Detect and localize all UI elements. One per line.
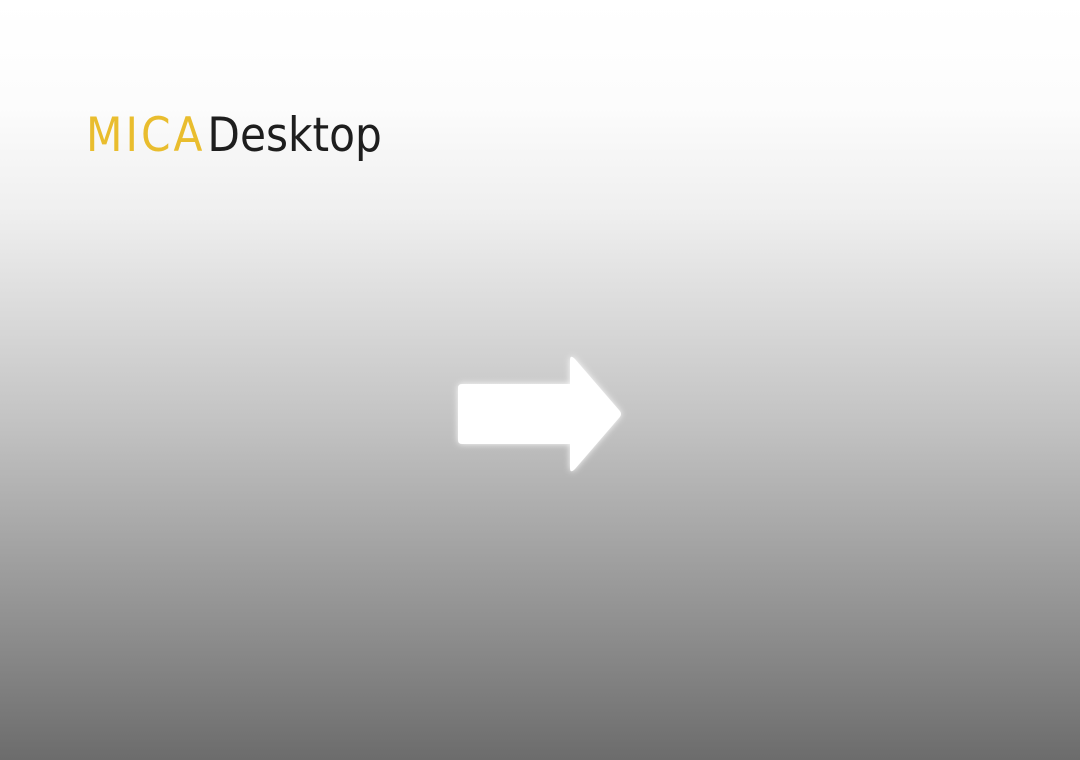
- logo-mica-text: MICA: [86, 108, 206, 163]
- app-logo: MICA Desktop: [86, 106, 382, 176]
- logo-desktop-text: Desktop: [207, 108, 382, 163]
- arrow-right-icon: [458, 356, 621, 472]
- continue-button[interactable]: [452, 350, 630, 480]
